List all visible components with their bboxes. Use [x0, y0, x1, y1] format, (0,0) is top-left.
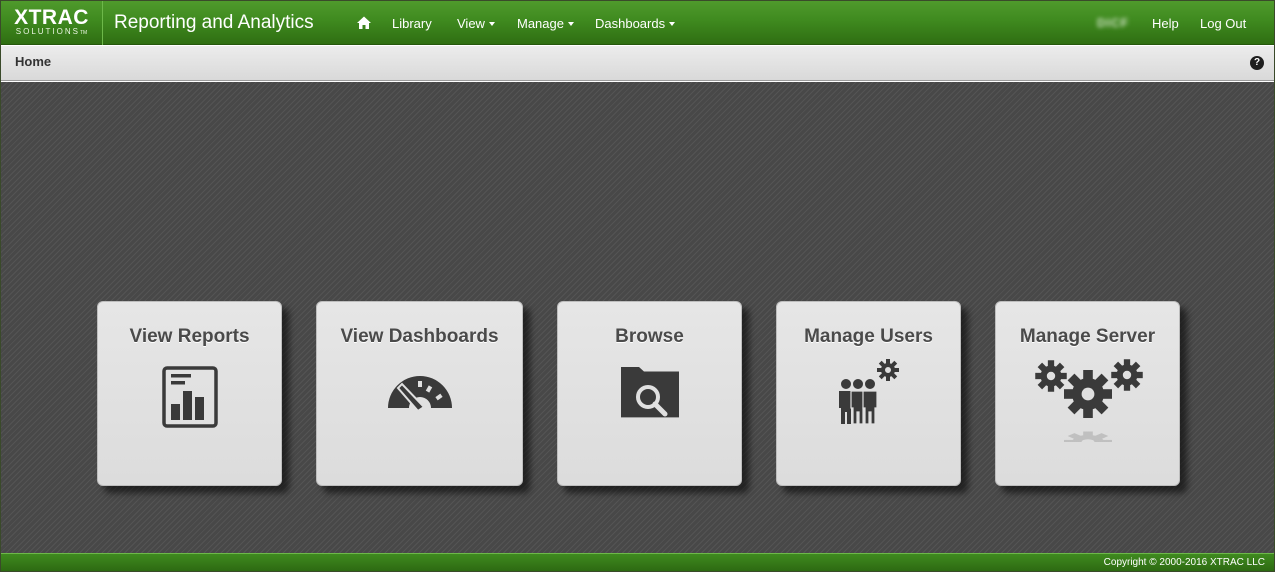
xtrac-logo[interactable]: XTRAC SOLUTIONSTM	[1, 1, 103, 45]
logout-link[interactable]: Log Out	[1200, 16, 1246, 31]
caret-down-icon	[567, 21, 574, 26]
nav-dashboards[interactable]: Dashboards	[595, 16, 676, 31]
caret-down-icon	[669, 21, 676, 26]
current-user[interactable]: DICF	[1097, 16, 1129, 30]
nav-manage[interactable]: Manage	[517, 16, 574, 31]
nav-library[interactable]: Library	[392, 16, 432, 31]
report-icon	[98, 364, 281, 464]
nav-view-label: View	[457, 16, 485, 31]
app-window: XTRAC SOLUTIONSTM Reporting and Analytic…	[0, 0, 1275, 572]
tile-label: Browse	[615, 326, 684, 347]
tile-label: Manage Users	[804, 326, 933, 347]
logo-subtitle: SOLUTIONSTM	[15, 27, 88, 36]
nav-library-label: Library	[392, 16, 432, 31]
top-navbar: XTRAC SOLUTIONSTM Reporting and Analytic…	[1, 1, 1274, 45]
view-reports-tile[interactable]: View Reports	[97, 301, 282, 486]
copyright-text: Copyright © 2000-2016 XTRAC LLC	[1103, 557, 1265, 568]
manage-server-tile[interactable]: Manage Server	[995, 301, 1180, 486]
manage-users-tile[interactable]: Manage Users	[776, 301, 961, 486]
home-icon[interactable]	[356, 15, 372, 31]
nav-dashboards-label: Dashboards	[595, 16, 666, 31]
users-gear-icon	[777, 359, 960, 464]
main-content: View Reports View Dashboards Browse Mana…	[1, 82, 1274, 553]
folder-search-icon	[558, 364, 741, 464]
footer: Copyright © 2000-2016 XTRAC LLC	[1, 553, 1274, 571]
browse-tile[interactable]: Browse	[557, 301, 742, 486]
gears-icon	[996, 359, 1179, 464]
view-dashboards-tile[interactable]: View Dashboards	[316, 301, 523, 486]
tile-label: Manage Server	[1019, 326, 1156, 347]
help-link[interactable]: Help	[1152, 16, 1179, 31]
tile-label: View Reports	[129, 326, 250, 347]
question-circle-icon[interactable]: ?	[1250, 56, 1264, 70]
nav-manage-label: Manage	[517, 16, 564, 31]
breadcrumb: Home	[15, 54, 52, 69]
logo-wordmark: XTRAC	[14, 6, 89, 29]
breadcrumb-bar: Home ?	[1, 46, 1274, 81]
speedometer-icon	[317, 364, 522, 464]
caret-down-icon	[488, 21, 495, 26]
tile-label: View Dashboards	[340, 326, 499, 347]
app-title[interactable]: Reporting and Analytics	[114, 12, 314, 34]
nav-view[interactable]: View	[457, 16, 495, 31]
